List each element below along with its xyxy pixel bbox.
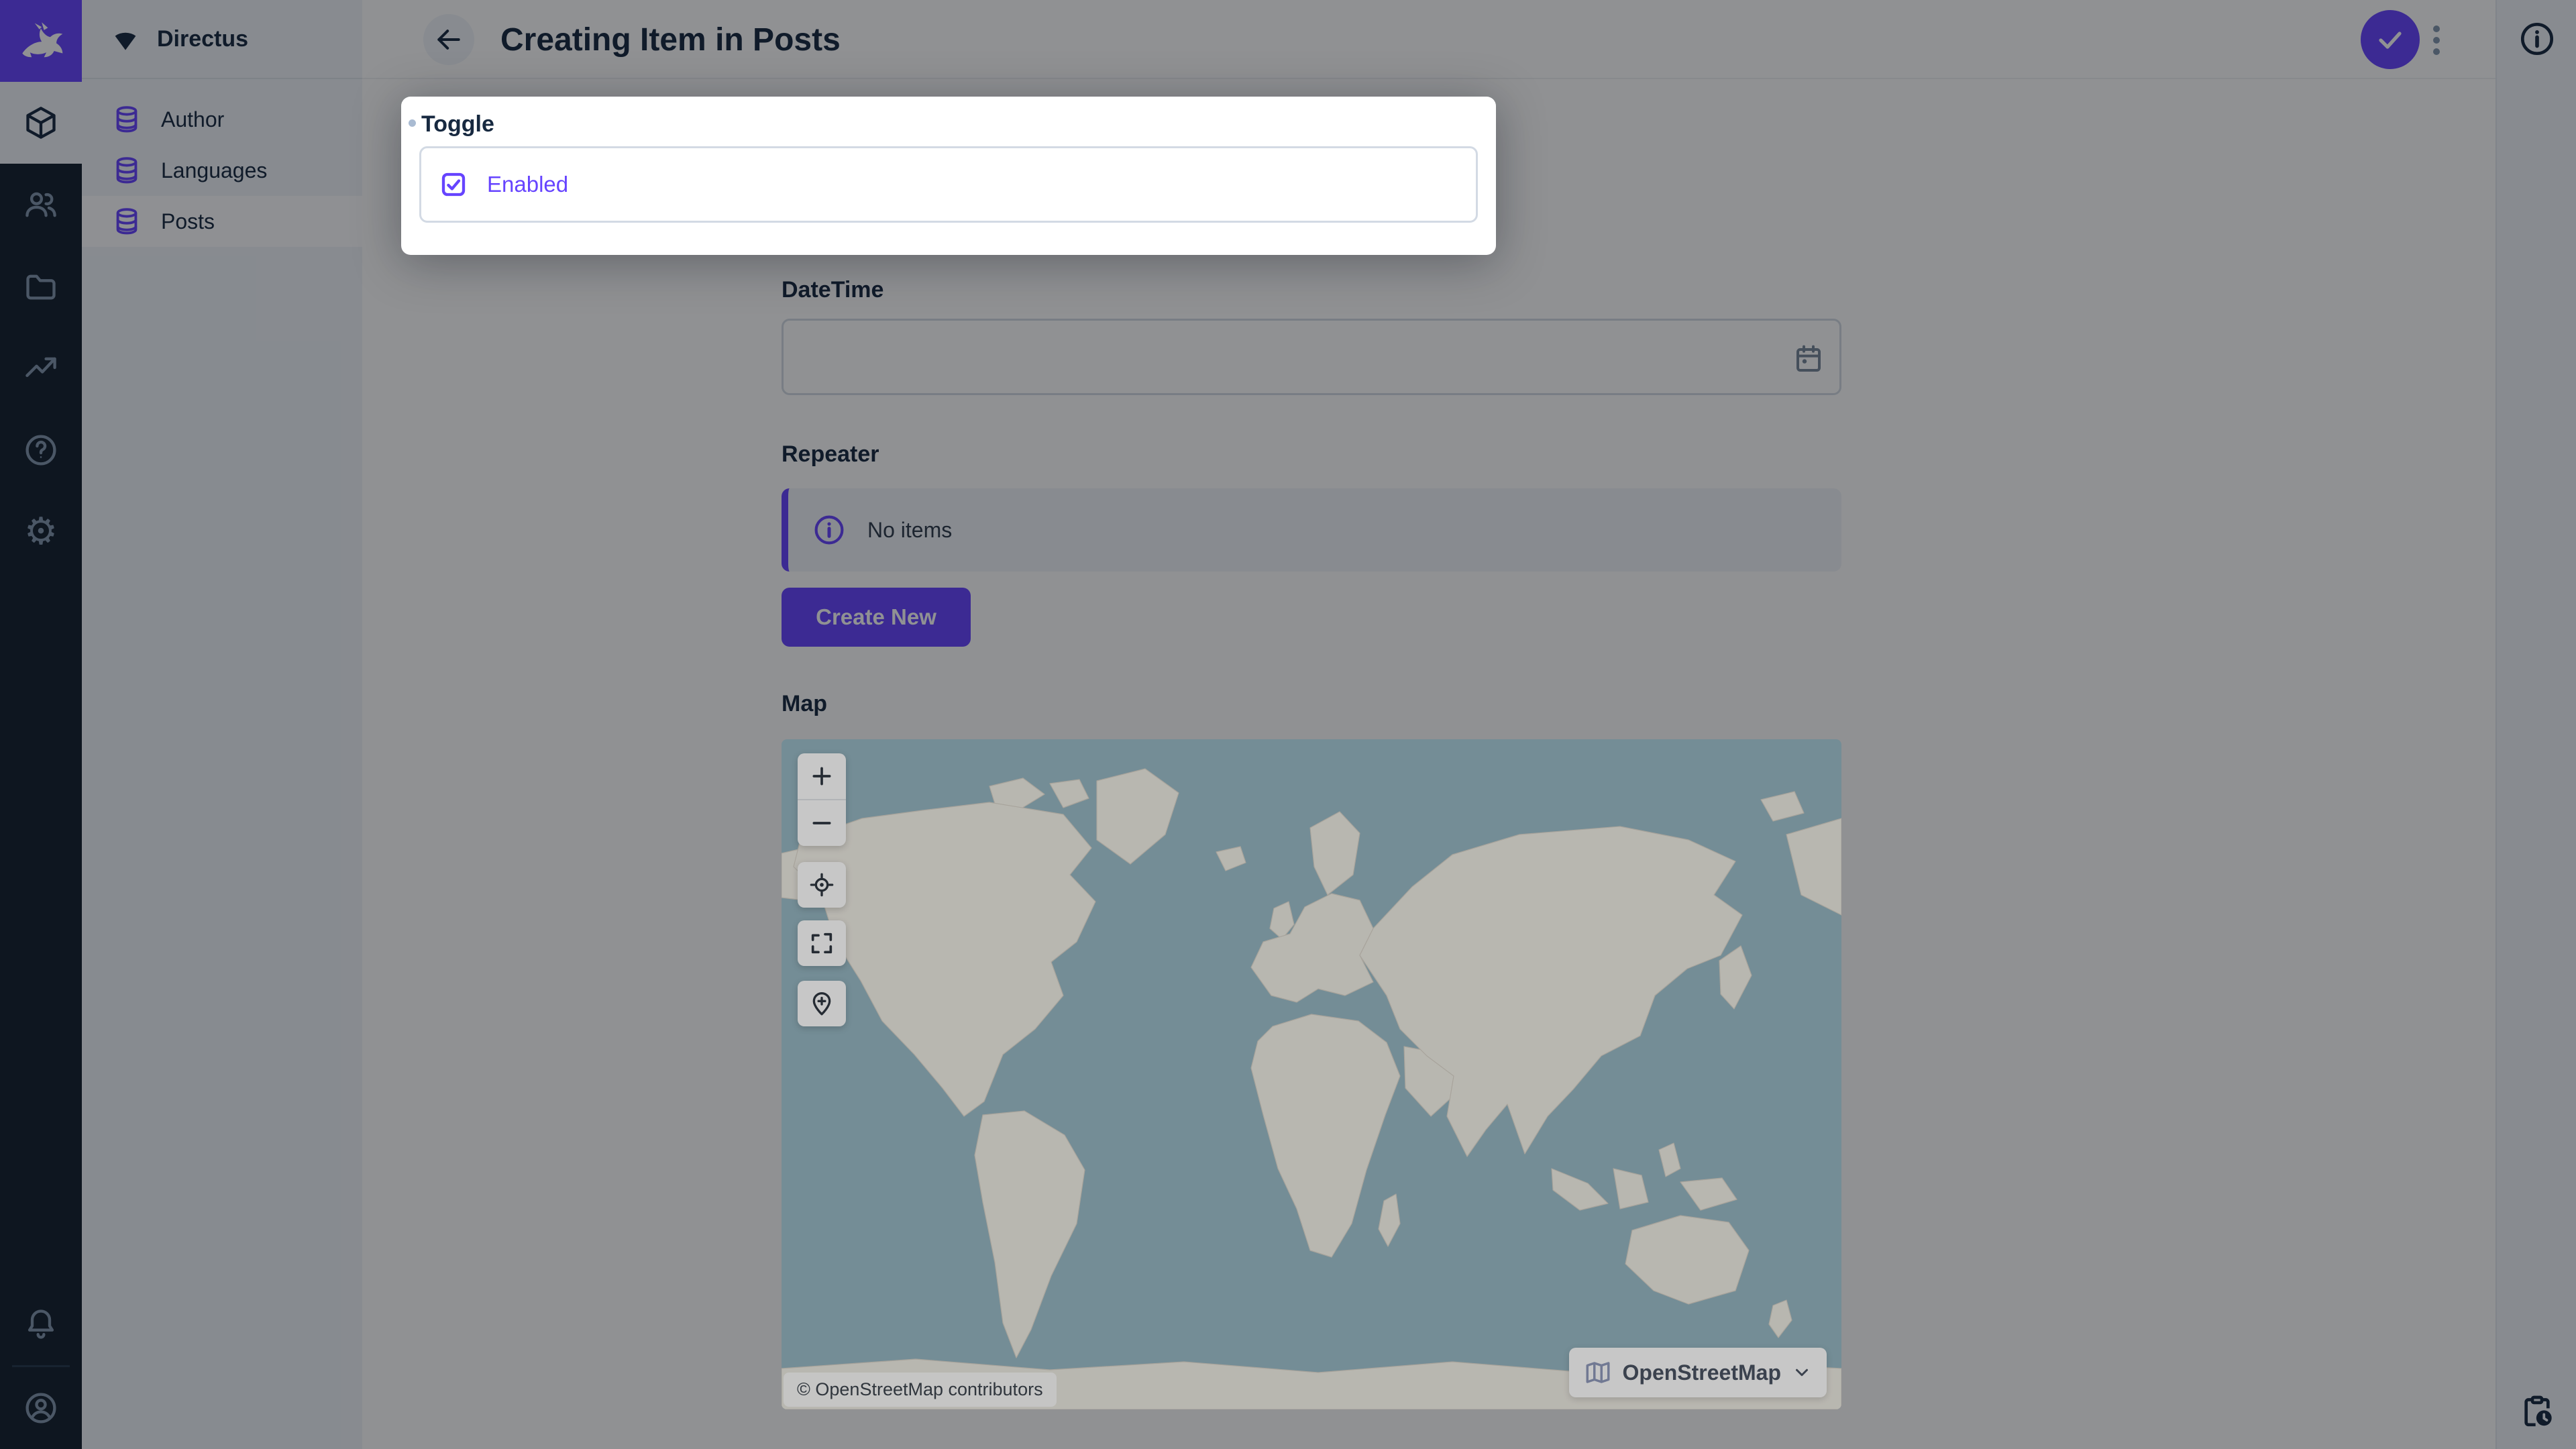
zoom-in-button[interactable] [798, 753, 846, 799]
zoom-out-button[interactable] [798, 800, 846, 846]
basemap-selector[interactable]: OpenStreetMap [1569, 1348, 1827, 1397]
checkbox-icon [440, 171, 467, 198]
map-zoom-controls [798, 753, 846, 846]
basemap-label: OpenStreetMap [1623, 1360, 1781, 1385]
map-canvas[interactable]: © OpenStreetMap contributors OpenStreetM… [782, 739, 1841, 1409]
world-map-image [782, 739, 1841, 1409]
fullscreen-icon [808, 930, 835, 957]
checkbox-checked[interactable] [440, 171, 467, 198]
toggle-label: Toggle [421, 111, 494, 138]
toggle-field-spotlight: Toggle Enabled [401, 97, 1496, 255]
geolocate-button[interactable] [798, 862, 846, 908]
map-add-location-control [798, 981, 846, 1026]
add-location-icon [808, 990, 835, 1017]
add-location-button[interactable] [798, 981, 846, 1026]
geolocate-icon [808, 871, 835, 898]
map-geolocate-control [798, 862, 846, 908]
map-attribution: © OpenStreetMap contributors [784, 1373, 1057, 1407]
chevron-down-icon [1792, 1362, 1812, 1383]
minus-icon [808, 810, 835, 837]
directus-app: ⚙ Directus [0, 0, 2576, 1449]
toggle-value-label[interactable]: Enabled [487, 172, 568, 197]
toggle-input[interactable]: Enabled [419, 146, 1478, 223]
map-fullscreen-control [798, 920, 846, 966]
map-icon [1584, 1358, 1612, 1387]
edited-dot [409, 119, 416, 127]
plus-icon [808, 763, 835, 790]
fullscreen-button[interactable] [798, 920, 846, 966]
